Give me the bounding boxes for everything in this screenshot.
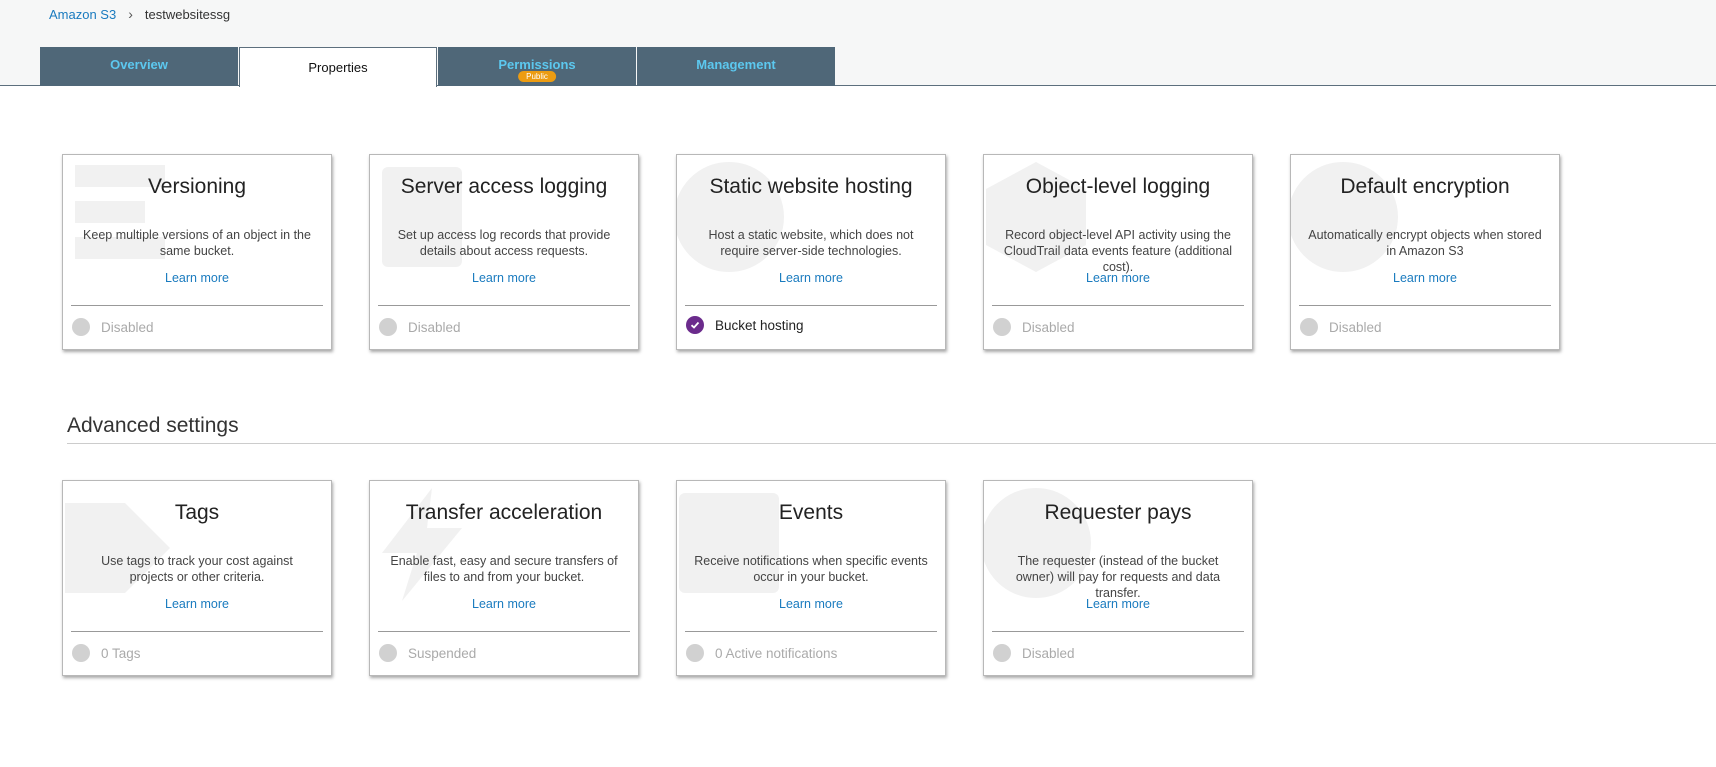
status-text: Disabled [1022,319,1075,335]
status-disabled-icon [993,644,1011,662]
status-disabled-icon [686,644,704,662]
status-text: Suspended [408,645,477,661]
card-title: Events [778,501,844,524]
status-text: Disabled [1022,645,1075,661]
server-access-logging-card[interactable]: Server access logging Set up access log … [369,154,639,350]
card-description: Record object-level API activity using t… [1003,228,1233,274]
divider [685,631,937,632]
status: Disabled [993,644,1075,662]
status: Disabled [1300,318,1382,336]
status-disabled-icon [72,644,90,662]
tab-label: Overview [110,57,168,72]
advanced-settings-heading: Advanced settings [67,414,239,437]
learn-more-link[interactable]: Learn more [1291,271,1559,285]
chevron-right-icon: › [128,6,133,22]
status-disabled-icon [379,318,397,336]
card-description: The requester (instead of the bucket own… [1015,554,1221,600]
status: Suspended [379,644,476,662]
card-description: Enable fast, easy and secure transfers o… [390,554,618,584]
learn-more-link[interactable]: Learn more [984,271,1252,285]
transfer-acceleration-card[interactable]: Transfer acceleration Enable fast, easy … [369,480,639,676]
status: Disabled [993,318,1075,336]
tab-properties[interactable]: Properties [239,47,437,87]
divider [71,631,323,632]
learn-more-link[interactable]: Learn more [63,271,331,285]
card-title: Requester pays [1044,501,1192,524]
public-badge: Public [518,71,556,82]
card-description: Automatically encrypt objects when store… [1308,228,1542,258]
status-text: Disabled [1329,319,1382,335]
status: Disabled [379,318,461,336]
tab-management[interactable]: Management [637,47,835,86]
card-description: Use tags to track your cost against proj… [101,554,293,584]
header-area: Amazon S3 › testwebsitessg Overview Prop… [0,0,1716,87]
divider [992,631,1244,632]
status: 0 Active notifications [686,644,837,662]
learn-more-link[interactable]: Learn more [984,597,1252,611]
learn-more-link[interactable]: Learn more [677,597,945,611]
static-website-hosting-card[interactable]: Static website hosting Host a static web… [676,154,946,350]
tab-label: Management [696,57,776,72]
tab-label: Permissions [498,57,576,72]
divider [992,305,1244,306]
divider [67,443,1716,444]
status-disabled-icon [379,644,397,662]
status-text: Bucket hosting [715,317,804,333]
default-encryption-card[interactable]: Default encryption Automatically encrypt… [1290,154,1560,350]
events-card[interactable]: Events Receive notifications when specif… [676,480,946,676]
card-description: Host a static website, which does not re… [708,228,914,258]
divider [378,631,630,632]
divider [685,305,937,306]
tab-label: Properties [308,60,368,75]
check-icon [686,316,704,334]
status-text: Disabled [101,319,154,335]
status: 0 Tags [72,644,141,662]
divider [71,305,323,306]
properties-cards: Versioning Keep multiple versions of an … [62,154,1597,350]
breadcrumb: Amazon S3 › testwebsitessg [49,6,230,22]
card-title: Object-level logging [1025,175,1211,198]
breadcrumb-root-link[interactable]: Amazon S3 [49,7,116,22]
tab-overview[interactable]: Overview [40,47,238,86]
card-description: Set up access log records that provide d… [397,228,611,258]
learn-more-link[interactable]: Learn more [677,271,945,285]
status-disabled-icon [72,318,90,336]
versioning-card[interactable]: Versioning Keep multiple versions of an … [62,154,332,350]
object-level-logging-card[interactable]: Object-level logging Record object-level… [983,154,1253,350]
breadcrumb-current: testwebsitessg [144,6,231,22]
status-text: 0 Active notifications [715,645,838,661]
tab-permissions[interactable]: Permissions Public [438,47,636,86]
card-title: Versioning [147,175,247,198]
divider [1299,305,1551,306]
card-description: Keep multiple versions of an object in t… [83,228,311,258]
card-title: Tags [174,501,220,524]
tags-card[interactable]: Tags Use tags to track your cost against… [62,480,332,676]
card-title: Server access logging [400,175,608,198]
status: Disabled [72,318,154,336]
status-text: 0 Tags [101,645,141,661]
divider [378,305,630,306]
card-title: Transfer acceleration [405,501,603,524]
card-description: Receive notifications when specific even… [694,554,928,584]
card-title: Static website hosting [709,175,913,198]
tab-bar: Overview Properties Permissions Public M… [40,47,836,87]
status-text: Disabled [408,319,461,335]
learn-more-link[interactable]: Learn more [370,597,638,611]
card-title: Default encryption [1340,175,1510,198]
learn-more-link[interactable]: Learn more [63,597,331,611]
requester-pays-card[interactable]: Requester pays The requester (instead of… [983,480,1253,676]
status-disabled-icon [1300,318,1318,336]
advanced-cards: Tags Use tags to track your cost against… [62,480,1290,676]
status-disabled-icon [993,318,1011,336]
learn-more-link[interactable]: Learn more [370,271,638,285]
status: Bucket hosting [686,316,804,334]
